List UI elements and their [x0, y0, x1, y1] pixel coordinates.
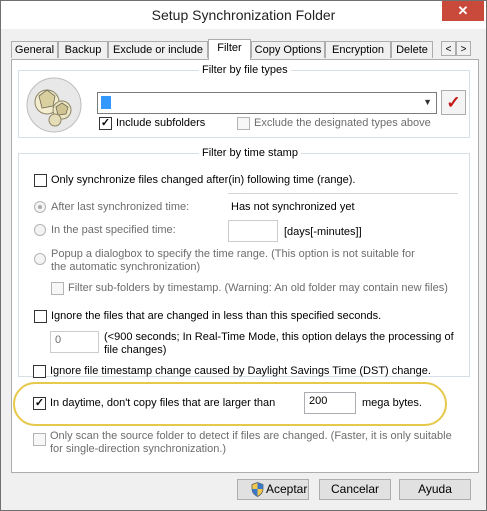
only-sync-checkbox[interactable]	[34, 174, 47, 187]
help-button[interactable]: Ayuda	[399, 479, 471, 500]
dialog-window: Setup Synchronization Folder ✕ General B…	[0, 0, 487, 511]
close-icon: ✕	[457, 3, 469, 18]
chevron-left-icon: <	[445, 44, 452, 55]
ignore-changed-checkbox[interactable]	[34, 310, 47, 323]
file-types-group: Filter by file types ▼ ✓ ✓ Include subfo…	[18, 64, 470, 138]
ignore-changed-label: Ignore the files that are changed in les…	[51, 310, 382, 322]
separator	[228, 193, 458, 194]
after-last-radio[interactable]	[34, 201, 46, 213]
close-button[interactable]: ✕	[442, 1, 484, 21]
tab-filter[interactable]: Filter	[208, 39, 251, 60]
tab-encryption[interactable]: Encryption	[325, 41, 391, 58]
tab-general[interactable]: General	[11, 41, 58, 58]
tab-copy-options[interactable]: Copy Options	[251, 41, 325, 58]
include-subfolders-checkbox[interactable]: ✓	[99, 117, 112, 130]
file-types-combo[interactable]: ▼	[97, 92, 437, 114]
file-types-title: Filter by file types	[199, 64, 291, 76]
sub-folders-checkbox[interactable]	[51, 282, 64, 295]
title-bar: Setup Synchronization Folder ✕	[1, 1, 486, 29]
window-title: Setup Synchronization Folder	[151, 7, 336, 23]
past-time-input[interactable]	[228, 220, 278, 242]
tab-bar: General Backup Exclude or include Filter…	[11, 39, 479, 60]
past-time-radio[interactable]	[34, 224, 46, 236]
tab-exclude-include[interactable]: Exclude or include	[108, 41, 208, 58]
seconds-input[interactable]: 0	[50, 331, 99, 353]
tab-scroll-right[interactable]: >	[456, 41, 471, 56]
chevron-right-icon: >	[460, 44, 467, 55]
dst-checkbox[interactable]	[33, 365, 46, 378]
after-last-label: After last synchronized time:	[51, 201, 190, 213]
shield-icon	[251, 482, 264, 497]
seconds-note: (<900 seconds; In Real-Time Mode, this o…	[104, 331, 454, 356]
daytime-label: In daytime, don't copy files that are la…	[50, 397, 276, 409]
tab-delete[interactable]: Delete	[391, 41, 433, 58]
scan-only-label: Only scan the source folder to detect if…	[50, 430, 452, 455]
past-time-unit: [days[-minutes]]	[284, 226, 362, 238]
dst-label: Ignore file timestamp change caused by D…	[50, 365, 431, 377]
include-subfolders-label: Include subfolders	[116, 117, 206, 129]
ok-label: Aceptar	[266, 482, 308, 496]
only-sync-label: Only synchronize files changed after(in)…	[51, 174, 356, 186]
exclude-designated-checkbox[interactable]	[237, 117, 250, 130]
filter-panel: Filter by file types ▼ ✓ ✓ Include subfo…	[11, 59, 479, 473]
chevron-down-icon: ▼	[423, 97, 432, 107]
sub-folders-label: Filter sub-folders by timestamp. (Warnin…	[68, 282, 448, 294]
popup-label: Popup a dialogbox to specify the time ra…	[51, 248, 415, 273]
past-time-label: In the past specified time:	[51, 224, 176, 236]
cancel-button[interactable]: Cancelar	[319, 479, 391, 500]
daytime-checkbox[interactable]: ✓	[33, 397, 46, 410]
time-stamp-group: Filter by time stamp Only synchronize fi…	[18, 147, 470, 377]
tab-backup[interactable]: Backup	[58, 41, 108, 58]
ok-button[interactable]: Aceptar	[237, 479, 309, 500]
tab-scroll-left[interactable]: <	[441, 41, 456, 56]
daytime-unit: mega bytes.	[362, 397, 422, 409]
combo-selection	[101, 96, 111, 109]
checkmark-icon: ✓	[446, 93, 461, 112]
exclude-designated-label: Exclude the designated types above	[254, 117, 431, 129]
apply-types-button[interactable]: ✓	[441, 90, 466, 115]
filter-types-icon	[26, 77, 82, 133]
scan-only-checkbox[interactable]	[33, 433, 46, 446]
last-sync-value: Has not synchronized yet	[231, 201, 355, 213]
daytime-size-input[interactable]: 200	[304, 392, 356, 414]
popup-radio[interactable]	[34, 253, 46, 265]
time-stamp-title: Filter by time stamp	[199, 147, 301, 159]
